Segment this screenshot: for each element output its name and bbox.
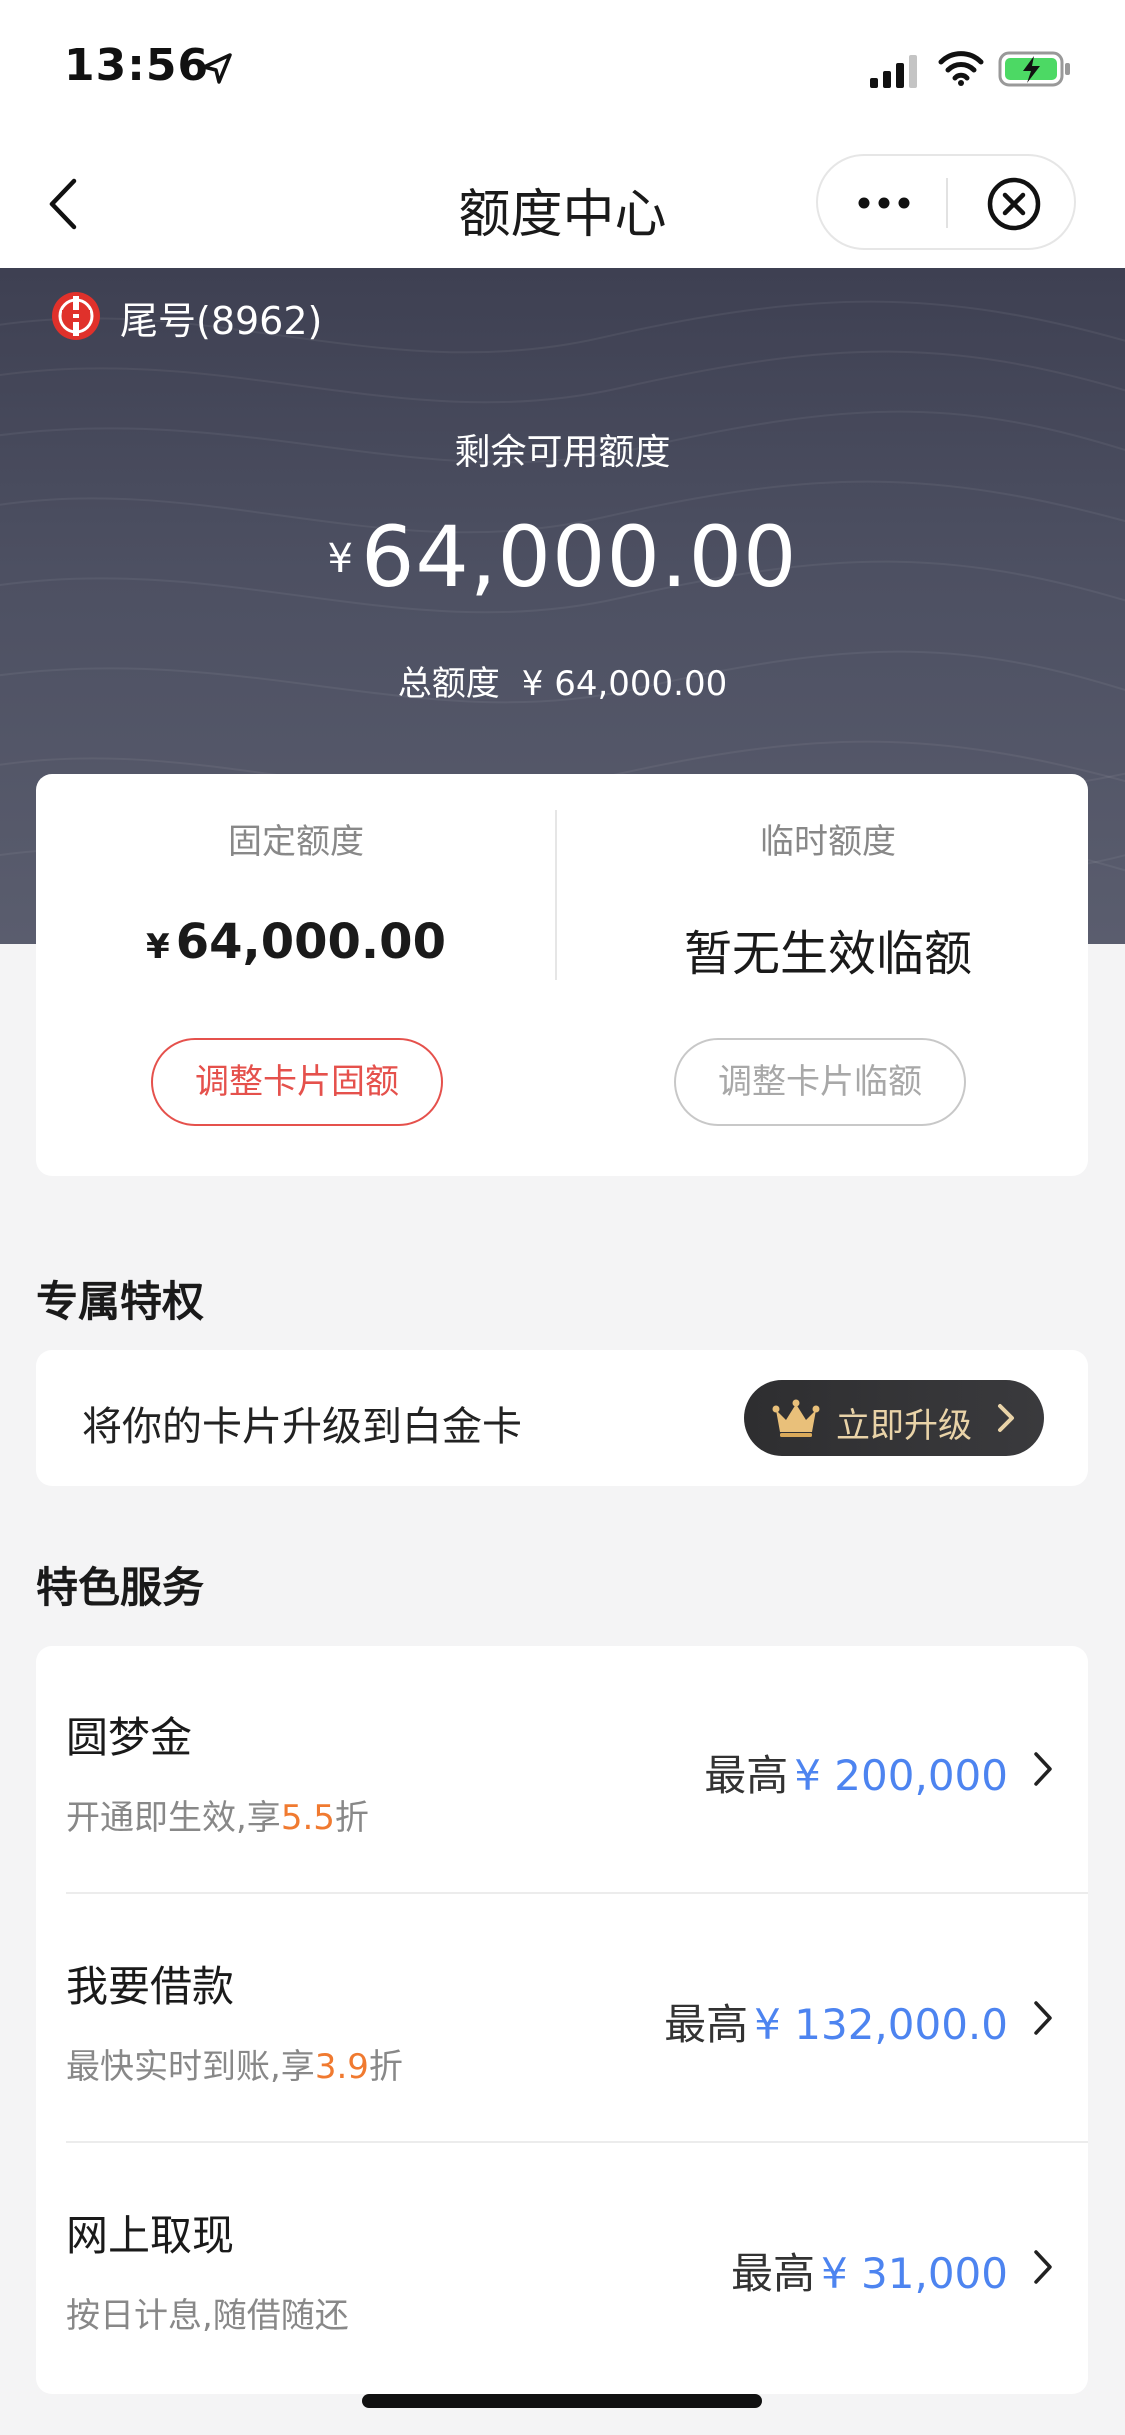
privilege-card: 将你的卡片升级到白金卡 立即升级 <box>36 1350 1088 1486</box>
available-amount-value: 64,000.00 <box>360 508 798 606</box>
cellular-signal-icon <box>870 55 917 88</box>
quota-divider <box>555 810 557 980</box>
nav-bar: 额度中心 <box>0 140 1125 268</box>
service-subtitle-suffix: 折 <box>334 1798 369 1838</box>
chevron-right-icon <box>998 1404 1014 1432</box>
service-max-value: ¥ 31,000 <box>820 2249 1008 2298</box>
service-subtitle-suffix: 折 <box>368 2047 403 2087</box>
service-subtitle-text: 按日计息,随借随还 <box>66 2296 349 2336</box>
chevron-right-icon <box>1034 2001 1052 2035</box>
more-icon[interactable] <box>854 184 914 222</box>
service-title: 我要借款 <box>66 1962 235 2011</box>
service-discount-rate: 5.5 <box>280 1798 335 1838</box>
upgrade-now-button[interactable]: 立即升级 <box>744 1380 1044 1456</box>
available-credit-label: 剩余可用额度 <box>454 432 671 473</box>
service-subtitle-text: 开通即生效,享 <box>66 1798 281 1838</box>
chevron-right-icon <box>1034 1752 1052 1786</box>
battery-charging-icon <box>998 51 1070 87</box>
card-tail-number: 尾号(8962) <box>120 299 323 343</box>
row-divider <box>66 2141 1088 2143</box>
row-divider <box>66 1892 1088 1894</box>
temp-quota-label: 临时额度 <box>760 822 896 862</box>
available-credit-amount: ¥64,000.00 <box>0 508 1125 606</box>
upgrade-button-label: 立即升级 <box>836 1406 972 1446</box>
fixed-quota-amount: 64,000.00 <box>175 914 446 970</box>
adjust-fixed-quota-button[interactable]: 调整卡片固额 <box>151 1038 443 1126</box>
chevron-right-icon <box>1034 2250 1052 2284</box>
service-title: 圆梦金 <box>66 1713 193 1762</box>
total-credit-value: ¥ 64,000.00 <box>521 664 728 704</box>
wifi-icon <box>938 51 984 86</box>
total-credit: 总额度 ¥ 64,000.00 <box>0 656 1125 705</box>
service-max-value: ¥ 200,000 <box>794 1751 1008 1800</box>
services-card: 圆梦金 开通即生效,享5.5折 最高 ¥ 200,000 我要借款 最快实时到账,… <box>36 1646 1088 2394</box>
service-max-amount: 最高 ¥ 200,000 <box>704 1742 1008 1803</box>
service-subtitle: 开通即生效,享5.5折 <box>66 1790 369 1839</box>
service-max-value: ¥ 132,000.0 <box>754 2000 1008 2049</box>
service-max-label: 最高 <box>730 2249 815 2298</box>
service-max-label: 最高 <box>704 1751 789 1800</box>
service-subtitle-text: 最快实时到账,享 <box>66 2047 315 2087</box>
status-bar: 13:56 <box>0 0 1125 140</box>
service-title: 网上取现 <box>66 2211 235 2260</box>
fixed-quota-label: 固定额度 <box>228 822 364 862</box>
capsule-divider <box>946 178 948 228</box>
privilege-section-title: 专属特权 <box>36 1277 205 1326</box>
service-subtitle: 按日计息,随借随还 <box>66 2288 349 2337</box>
close-circle-icon[interactable] <box>986 176 1042 232</box>
quota-card: 固定额度 ¥64,000.00 调整卡片固额 临时额度 暂无生效临额 调整卡片临… <box>36 774 1088 1176</box>
total-credit-label: 总额度 <box>397 664 500 704</box>
service-row-borrow[interactable]: 我要借款 最快实时到账,享3.9折 最高 ¥ 132,000.0 <box>36 1895 1088 2143</box>
currency-symbol: ¥ <box>327 536 353 582</box>
service-row-yuanmengjin[interactable]: 圆梦金 开通即生效,享5.5折 最高 ¥ 200,000 <box>36 1646 1088 1894</box>
temp-quota-value: 暂无生效临额 <box>683 926 972 982</box>
home-indicator <box>362 2394 762 2408</box>
crown-icon <box>772 1399 820 1437</box>
services-section-title: 特色服务 <box>36 1563 205 1612</box>
bank-logo-icon <box>52 292 100 340</box>
mini-program-capsule <box>816 154 1076 250</box>
fixed-quota-value: ¥64,000.00 <box>36 914 556 970</box>
service-discount-rate: 3.9 <box>314 2047 369 2087</box>
service-max-amount: 最高 ¥ 31,000 <box>731 2240 1008 2301</box>
service-row-cash-withdrawal[interactable]: 网上取现 按日计息,随借随还 最高 ¥ 31,000 <box>36 2144 1088 2392</box>
upgrade-promo-text: 将你的卡片升级到白金卡 <box>82 1404 522 1450</box>
service-max-label: 最高 <box>664 2000 749 2049</box>
location-arrow-icon <box>202 53 232 84</box>
fixed-currency-symbol: ¥ <box>146 927 170 967</box>
service-subtitle: 最快实时到账,享3.9折 <box>66 2039 403 2088</box>
status-time: 13:56 <box>64 40 210 91</box>
adjust-temp-quota-button[interactable]: 调整卡片临额 <box>674 1038 966 1126</box>
service-max-amount: 最高 ¥ 132,000.0 <box>664 1991 1008 2052</box>
